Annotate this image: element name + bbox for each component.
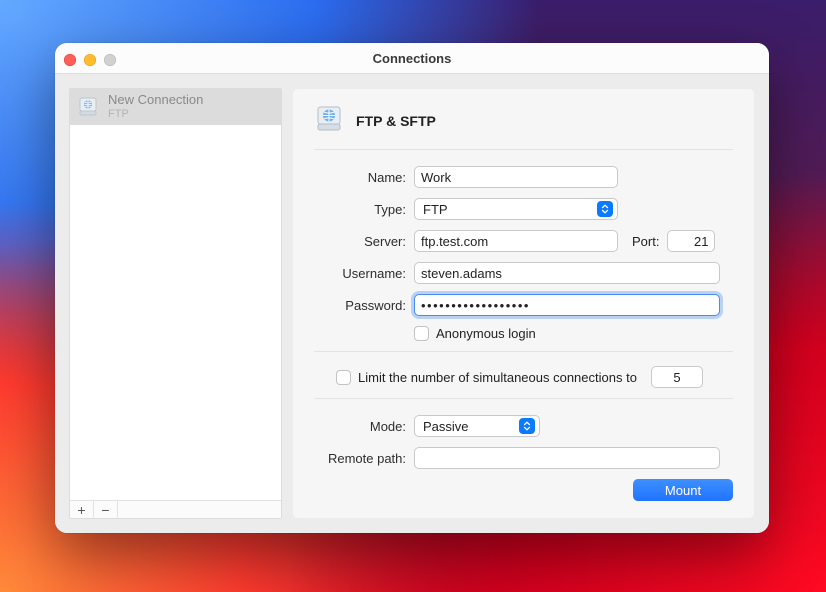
window-body: New Connection FTP + − xyxy=(55,74,769,533)
remote-path-field[interactable] xyxy=(414,447,720,469)
type-label: Type: xyxy=(314,202,414,217)
chevron-updown-icon xyxy=(597,201,613,217)
divider xyxy=(314,398,733,399)
chevron-updown-icon xyxy=(519,418,535,434)
sidebar-item-new-connection[interactable]: New Connection FTP xyxy=(70,89,281,125)
remote-path-label: Remote path: xyxy=(314,451,414,466)
sidebar-footer: + − xyxy=(70,500,281,518)
server-field[interactable] xyxy=(414,230,618,252)
connection-form: Name: Type: FTP Server: Port: xyxy=(314,150,733,505)
mode-select-value: Passive xyxy=(423,419,513,434)
connections-sidebar: New Connection FTP + − xyxy=(69,88,282,519)
mount-button[interactable]: Mount xyxy=(633,479,733,501)
anonymous-login-label: Anonymous login xyxy=(436,326,536,341)
limit-connections-checkbox[interactable]: Limit the number of simultaneous connect… xyxy=(336,370,637,385)
mode-label: Mode: xyxy=(314,419,414,434)
type-select-value: FTP xyxy=(423,202,591,217)
network-drive-icon xyxy=(314,104,344,137)
type-select[interactable]: FTP xyxy=(414,198,618,220)
connections-window: Connections New Connection F xyxy=(55,43,769,533)
close-icon[interactable] xyxy=(64,54,76,66)
network-drive-icon xyxy=(76,95,100,119)
sidebar-item-label: New Connection xyxy=(108,93,203,108)
username-label: Username: xyxy=(314,266,414,281)
window-controls xyxy=(64,54,116,66)
name-field[interactable] xyxy=(414,166,618,188)
pane-header: FTP & SFTP xyxy=(314,100,733,149)
titlebar: Connections xyxy=(55,43,769,74)
minimize-icon[interactable] xyxy=(84,54,96,66)
divider xyxy=(314,351,733,352)
add-connection-button[interactable]: + xyxy=(70,501,94,518)
remove-connection-button[interactable]: − xyxy=(94,501,118,518)
mode-select[interactable]: Passive xyxy=(414,415,540,437)
sidebar-item-sublabel: FTP xyxy=(108,108,203,121)
anonymous-login-checkbox[interactable]: Anonymous login xyxy=(414,326,536,341)
checkbox-icon xyxy=(414,326,429,341)
sidebar-list: New Connection FTP xyxy=(70,89,281,500)
connection-detail-pane: FTP & SFTP Name: Type: FTP xyxy=(292,88,755,519)
username-field[interactable] xyxy=(414,262,720,284)
port-field[interactable] xyxy=(667,230,715,252)
password-label: Password: xyxy=(314,298,414,313)
limit-connections-value xyxy=(651,366,703,388)
window-title: Connections xyxy=(373,51,452,66)
checkbox-icon xyxy=(336,370,351,385)
password-field[interactable] xyxy=(414,294,720,316)
server-label: Server: xyxy=(314,234,414,249)
zoom-icon xyxy=(104,54,116,66)
limit-connections-label: Limit the number of simultaneous connect… xyxy=(358,370,637,385)
port-label: Port: xyxy=(632,234,659,249)
name-label: Name: xyxy=(314,170,414,185)
pane-title: FTP & SFTP xyxy=(356,113,436,129)
